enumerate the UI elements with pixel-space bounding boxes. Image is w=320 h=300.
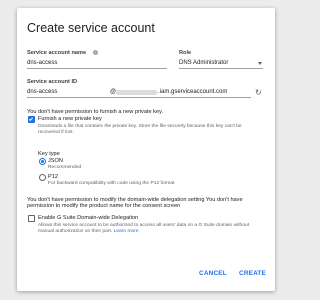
p12-radio[interactable] (39, 174, 46, 181)
account-name-input[interactable]: dns-access (27, 59, 167, 69)
role-select[interactable]: DNS Administrator (179, 59, 263, 69)
create-button[interactable]: CREATE (239, 270, 266, 277)
p12-label: P12 (48, 174, 58, 180)
create-service-account-dialog: Create service account Service account n… (17, 8, 275, 291)
account-id-value: dns-access (27, 89, 58, 95)
role-label: Role (179, 50, 192, 56)
furnish-key-label: Furnish a new private key (38, 116, 102, 122)
account-id-label: Service account ID (27, 79, 78, 85)
chevron-down-icon (258, 62, 262, 65)
delegation-checkbox[interactable] (28, 215, 35, 222)
delegation-label: Enable G Suite Domain-wide Delegation (38, 215, 139, 221)
delegation-description: Allows this service account to be author… (38, 223, 264, 235)
furnish-key-description: Downloads a file that contains the priva… (38, 124, 242, 135)
role-select-value: DNS Administrator (179, 60, 229, 66)
refresh-icon[interactable]: ↻ (255, 89, 262, 97)
help-icon[interactable]: ? (93, 50, 98, 55)
furnish-key-checkbox[interactable] (28, 116, 35, 123)
private-key-notice: You don't have permission to furnish a n… (27, 109, 164, 115)
key-type-label: Key type (38, 151, 60, 157)
redacted-project-id (116, 90, 157, 95)
account-name-label: Service account name (27, 50, 87, 56)
cancel-button[interactable]: CANCEL (199, 270, 227, 277)
account-id-suffix: .iam.gserviceaccount.com (158, 89, 228, 95)
json-radio[interactable] (39, 158, 46, 165)
json-label: JSON (48, 158, 63, 164)
json-note: Recommended (48, 165, 82, 170)
delegation-description-text: Allows this service account to be author… (38, 223, 250, 234)
dialog-title: Create service account (27, 21, 155, 35)
delegation-notice: You don't have permission to modify the … (27, 197, 243, 210)
p12-note: For backward compatibility with code usi… (48, 181, 175, 186)
learn-more-link[interactable]: Learn more (114, 229, 139, 234)
